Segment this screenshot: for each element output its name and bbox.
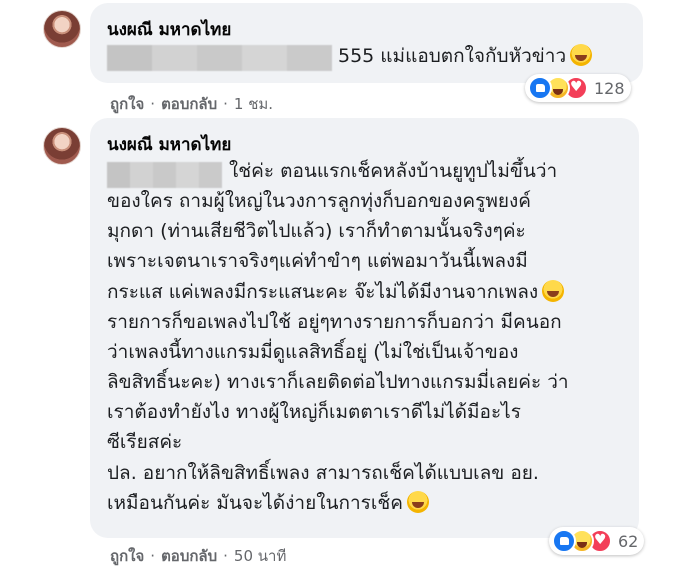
separator-dot: · xyxy=(223,95,228,113)
avatar[interactable] xyxy=(43,127,81,165)
comment-timestamp[interactable]: 50 นาที xyxy=(234,547,286,565)
comment-text-line: ซีเรียสค่ะ xyxy=(107,431,183,453)
like-icon xyxy=(552,529,576,553)
comment-text-line: ว่าเพลงนี้ทางแกรมมี่ดูแลสิทธิ์อยู่ (ไม่ใ… xyxy=(107,341,519,363)
avatar[interactable] xyxy=(43,10,81,48)
comment-author[interactable]: นงผณี มหาดไทย xyxy=(107,16,231,43)
separator-dot: · xyxy=(150,547,156,565)
rolling-laughing-emoji-icon xyxy=(570,44,593,66)
reaction-summary[interactable]: 128 xyxy=(525,74,631,102)
comment-text-line: ใช่ค่ะ ตอนแรกเช็คหลังบ้านยูทูปไม่ขึ้นว่า xyxy=(229,160,558,182)
comment-text: กระแส แค่เพลงมีกระแสนะคะ จ๊ะไม่ได้มีงานจ… xyxy=(107,281,539,303)
comment-text-line: 555 แม่แอบตกใจกับหัวข่าว xyxy=(338,41,593,71)
rolling-laughing-emoji-icon xyxy=(542,280,565,302)
separator-dot: · xyxy=(223,547,228,565)
comment-text-line: ปล. อยากให้ลิขสิทธิ์เพลง สามารถเช็คได้แบ… xyxy=(107,462,539,484)
comment-text-line: กระแส แค่เพลงมีกระแสนะคะ จ๊ะไม่ได้มีงานจ… xyxy=(107,277,565,307)
reply-button[interactable]: ตอบกลับ xyxy=(161,547,217,565)
like-icon xyxy=(528,76,552,100)
like-button[interactable]: ถูกใจ xyxy=(110,547,144,565)
comment-text: 555 แม่แอบตกใจกับหัวข่าว xyxy=(338,45,567,67)
comment-author[interactable]: นงผณี มหาดไทย xyxy=(107,131,231,158)
reaction-count: 62 xyxy=(618,531,639,551)
comment-timestamp[interactable]: 1 ชม. xyxy=(234,95,273,113)
separator-dot: · xyxy=(150,95,156,113)
rolling-laughing-emoji-icon xyxy=(406,491,429,513)
comment-text-line: ลิขสิทธิ์นะคะ) ทางเราก็เลยติดต่อไปทางแกร… xyxy=(107,371,569,393)
redacted-mention xyxy=(107,45,332,71)
reaction-summary[interactable]: 62 xyxy=(549,527,645,555)
reaction-count: 128 xyxy=(594,78,625,98)
redacted-mention xyxy=(107,162,222,188)
comment-text-line: เหมือนกันค่ะ มันจะได้ง่ายในการเช็ค xyxy=(107,488,429,518)
comment-text: เหมือนกันค่ะ มันจะได้ง่ายในการเช็ค xyxy=(107,492,403,514)
comment-text-line: มุกดา (ท่านเสียชีวิตไปแล้ว) เราก็ทำตามนั… xyxy=(107,220,526,242)
comment-text-line: รายการก็ขอเพลงไปใช้ อยู่ๆทางรายการก็บอกว… xyxy=(107,311,562,333)
comment-actions: ถูกใจ · ตอบกลับ · 1 ชม. xyxy=(110,92,273,116)
reply-button[interactable]: ตอบกลับ xyxy=(161,95,217,113)
comment-text-line: เพราะเจตนาเราจริงๆแค่ทำขำๆ แต่พอมาวันนี้… xyxy=(107,250,528,272)
like-button[interactable]: ถูกใจ xyxy=(110,95,144,113)
comment-text-line: ของใคร ถามผู้ใหญ่ในวงการลูกทุ่งก็บอกของค… xyxy=(107,190,531,212)
comment-text-line: เราต้องทำยังไง ทางผู้ใหญ่ก็เมตตาเราดีไม่… xyxy=(107,401,521,423)
comment-actions: ถูกใจ · ตอบกลับ · 50 นาที xyxy=(110,544,286,568)
